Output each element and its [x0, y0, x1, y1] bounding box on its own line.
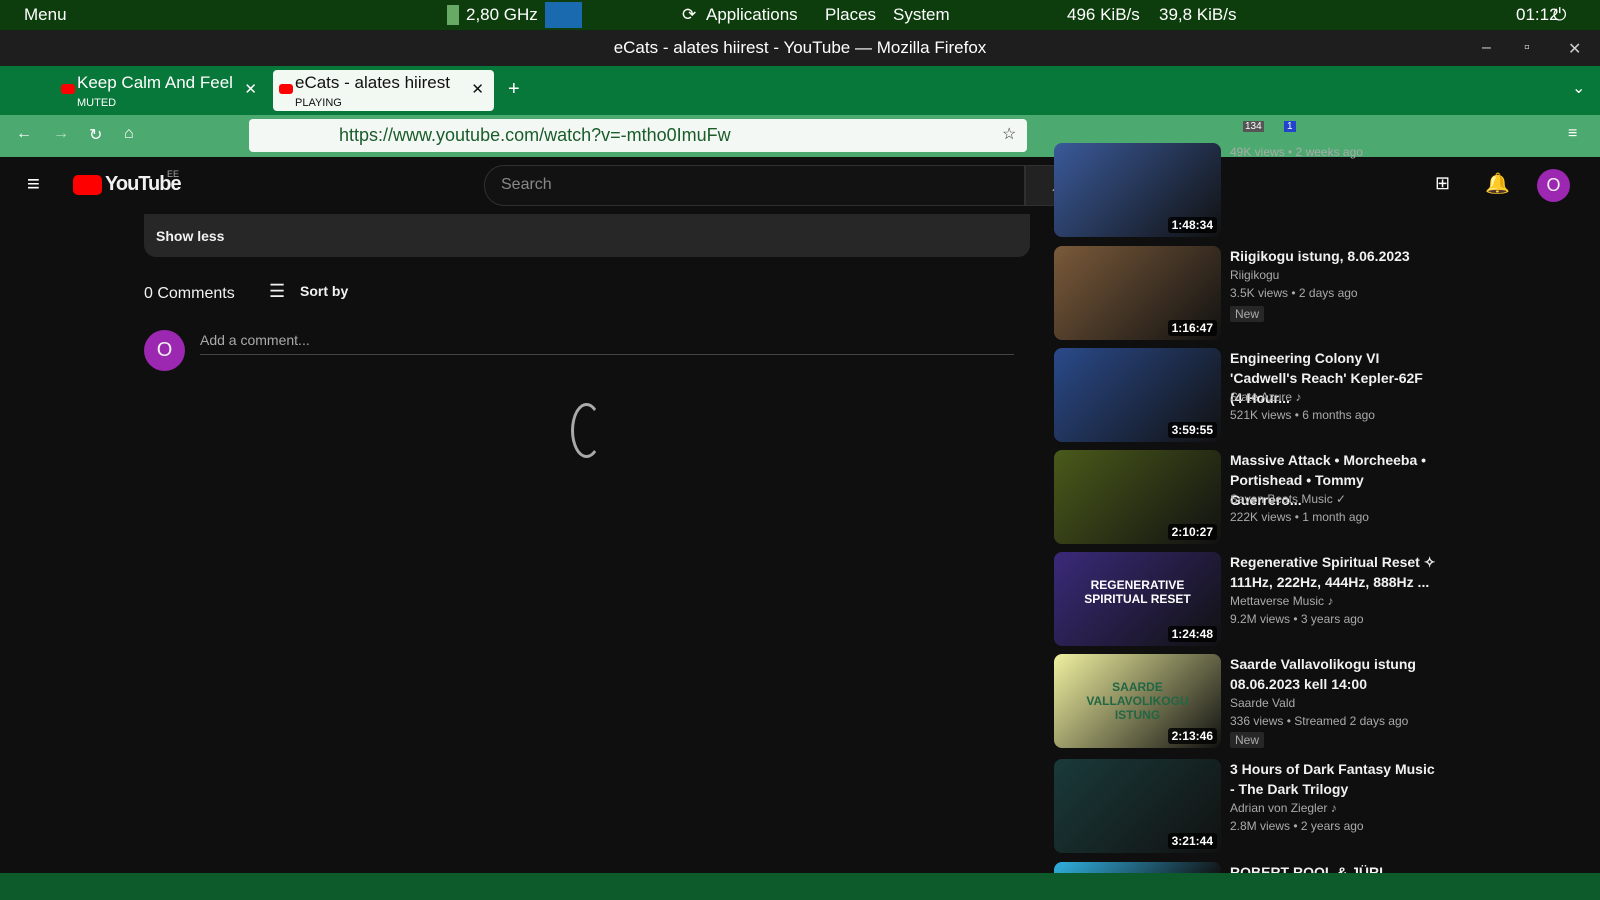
list-tabs-icon[interactable]: ⌄	[1572, 78, 1585, 98]
channel-name[interactable]: Adrian von Ziegler ♪	[1230, 801, 1337, 815]
channel-name[interactable]: Riigikogu	[1230, 268, 1279, 282]
region-code: EE	[167, 169, 180, 179]
video-thumbnail[interactable]: 1:16:47	[1054, 246, 1221, 340]
url-bar[interactable]: https://www.youtube.com/watch?v=-mtho0Im…	[249, 119, 1027, 152]
youtube-favicon	[61, 84, 75, 94]
applications-icon: ⟳	[682, 5, 697, 24]
related-video[interactable]: 1:16:47 Riigikogu istung, 8.06.2023 Riigik…	[1054, 246, 1442, 342]
back-button[interactable]: ←	[16, 125, 32, 143]
loading-spinner	[571, 403, 602, 458]
window-title: eCats - alates hiirest - YouTube — Mozil…	[0, 30, 1600, 66]
sort-by-button[interactable]: Sort by	[300, 283, 348, 299]
url-text[interactable]: https://www.youtube.com/watch?v=-mtho0Im…	[339, 125, 731, 146]
video-meta: 336 views • Streamed 2 days ago	[1230, 714, 1409, 728]
related-video[interactable]: REGENERATIVE SPIRITUAL RESET 1:24:48 Regen…	[1054, 552, 1442, 648]
youtube-logo-icon[interactable]	[73, 175, 102, 195]
show-less-button[interactable]: Show less	[156, 228, 224, 244]
notifications-bell-icon[interactable]: 🔔	[1485, 171, 1510, 196]
reload-button[interactable]: ↻	[89, 125, 102, 145]
video-meta: 521K views • 6 months ago	[1230, 408, 1375, 422]
video-thumbnail[interactable]: 2:10:27	[1054, 450, 1221, 544]
cpu-graph	[545, 2, 582, 28]
guide-menu-icon[interactable]: ≡	[27, 171, 40, 197]
video-duration: 3:21:44	[1167, 833, 1217, 849]
cpu-freq: 2,80 GHz	[466, 5, 538, 24]
tab-bar: Keep Calm And Feel MUTED ✕ eCats - alate…	[0, 66, 1600, 115]
add-comment-input[interactable]: Add a comment...	[200, 332, 1014, 355]
power-icon[interactable]: ⏻	[1553, 5, 1566, 25]
system-panel: Menu 2,80 GHz ⟳ Applications Places Syst…	[0, 0, 1600, 30]
places-menu[interactable]: Places	[825, 5, 876, 25]
channel-name[interactable]: State Azure ♪	[1230, 390, 1301, 404]
video-thumbnail[interactable]: 1:48:34	[1054, 143, 1221, 237]
maximize-button[interactable]: ▫	[1524, 39, 1530, 57]
video-duration: 1:48:34	[1167, 217, 1217, 233]
net-down: 496 KiB/s	[1067, 5, 1140, 24]
video-thumbnail[interactable]: REGENERATIVE SPIRITUAL RESET 1:24:48	[1054, 552, 1221, 646]
related-video[interactable]: 3:59:55 Engineering Colony VI 'Cadwell's …	[1054, 348, 1442, 444]
tab-title: eCats - alates hiirest	[295, 73, 450, 92]
search-input[interactable]: Search	[484, 165, 1025, 206]
comment-avatar: O	[144, 330, 185, 371]
video-meta: 222K views • 1 month ago	[1230, 510, 1369, 524]
extension-badge[interactable]: 1	[1284, 121, 1296, 132]
video-title[interactable]: Saarde Vallavolikogu istung 08.06.2023 k…	[1230, 654, 1439, 694]
video-meta: 49K views • 2 weeks ago	[1230, 145, 1363, 159]
close-tab-icon[interactable]: ✕	[471, 80, 484, 98]
tab-ecats[interactable]: eCats - alates hiirest PLAYING ✕	[273, 70, 494, 111]
video-thumbnail[interactable]: 3:21:44	[1054, 759, 1221, 853]
video-duration: 3:59:55	[1167, 422, 1217, 438]
account-avatar[interactable]: O	[1537, 169, 1570, 202]
video-thumbnail[interactable]: 3:59:55	[1054, 348, 1221, 442]
thumbnail-text: REGENERATIVE SPIRITUAL RESET	[1084, 578, 1191, 606]
video-duration: 2:13:46	[1167, 728, 1217, 744]
related-video[interactable]: 3:21:44 3 Hours of Dark Fantasy Music - T…	[1054, 759, 1442, 855]
related-video[interactable]: 2:10:27 Massive Attack • Morcheeba • Port…	[1054, 450, 1442, 546]
tab-title: Keep Calm And Feel	[77, 73, 233, 92]
tab-status: MUTED	[77, 97, 117, 109]
description-box: Show less	[144, 214, 1030, 257]
related-video[interactable]: SAARDE VALLAVOLIKOGU ISTUNG 2:13:46 Saarde…	[1054, 654, 1442, 750]
home-button[interactable]: ⌂	[124, 125, 134, 143]
system-menu[interactable]: System	[893, 5, 950, 25]
video-title[interactable]: Riigikogu istung, 8.06.2023	[1230, 246, 1439, 266]
related-video[interactable]: 1:48:34 49K views • 2 weeks ago	[1054, 143, 1442, 239]
new-badge: New	[1230, 732, 1265, 748]
video-thumbnail[interactable]: SAARDE VALLAVOLIKOGU ISTUNG 2:13:46	[1054, 654, 1221, 748]
forward-button[interactable]: →	[53, 125, 69, 143]
video-duration: 2:10:27	[1167, 524, 1217, 540]
channel-name[interactable]: Saarde Vald	[1230, 696, 1295, 710]
video-title[interactable]: Regenerative Spiritual Reset ✧ 111Hz, 22…	[1230, 552, 1439, 592]
sort-icon[interactable]: ☰	[269, 281, 285, 302]
new-badge: New	[1230, 306, 1265, 322]
video-meta: 3.5K views • 2 days ago	[1230, 286, 1358, 300]
menu-button[interactable]: Menu	[24, 5, 67, 25]
video-duration: 1:16:47	[1167, 320, 1217, 336]
close-window-button[interactable]: ✕	[1568, 39, 1581, 59]
comments-count: 0 Comments	[144, 285, 235, 302]
video-title[interactable]: 3 Hours of Dark Fantasy Music - The Dark…	[1230, 759, 1439, 799]
bookmark-star-icon[interactable]: ☆	[1002, 124, 1016, 144]
channel-name[interactable]: Seven Beats Music ✓	[1230, 492, 1346, 506]
video-duration: 1:24:48	[1167, 626, 1217, 642]
new-tab-button[interactable]: +	[508, 78, 520, 101]
minimize-button[interactable]: –	[1482, 39, 1491, 57]
app-menu-icon[interactable]: ≡	[1568, 125, 1577, 143]
close-tab-icon[interactable]: ✕	[244, 80, 257, 98]
thumbnail-text: SAARDE VALLAVOLIKOGU ISTUNG	[1086, 680, 1189, 722]
ublock-badge[interactable]: 134	[1243, 121, 1264, 132]
youtube-favicon	[279, 84, 293, 94]
tab-status: PLAYING	[295, 97, 342, 109]
video-meta: 2.8M views • 2 years ago	[1230, 819, 1364, 833]
channel-name[interactable]: Mettaverse Music ♪	[1230, 594, 1333, 608]
cpu-icon	[447, 5, 459, 25]
tab-keep-calm[interactable]: Keep Calm And Feel MUTED ✕	[55, 70, 267, 111]
video-meta: 9.2M views • 3 years ago	[1230, 612, 1364, 626]
applications-menu[interactable]: Applications	[706, 5, 798, 25]
taskbar	[0, 873, 1600, 900]
net-up: 39,8 KiB/s	[1159, 5, 1237, 24]
